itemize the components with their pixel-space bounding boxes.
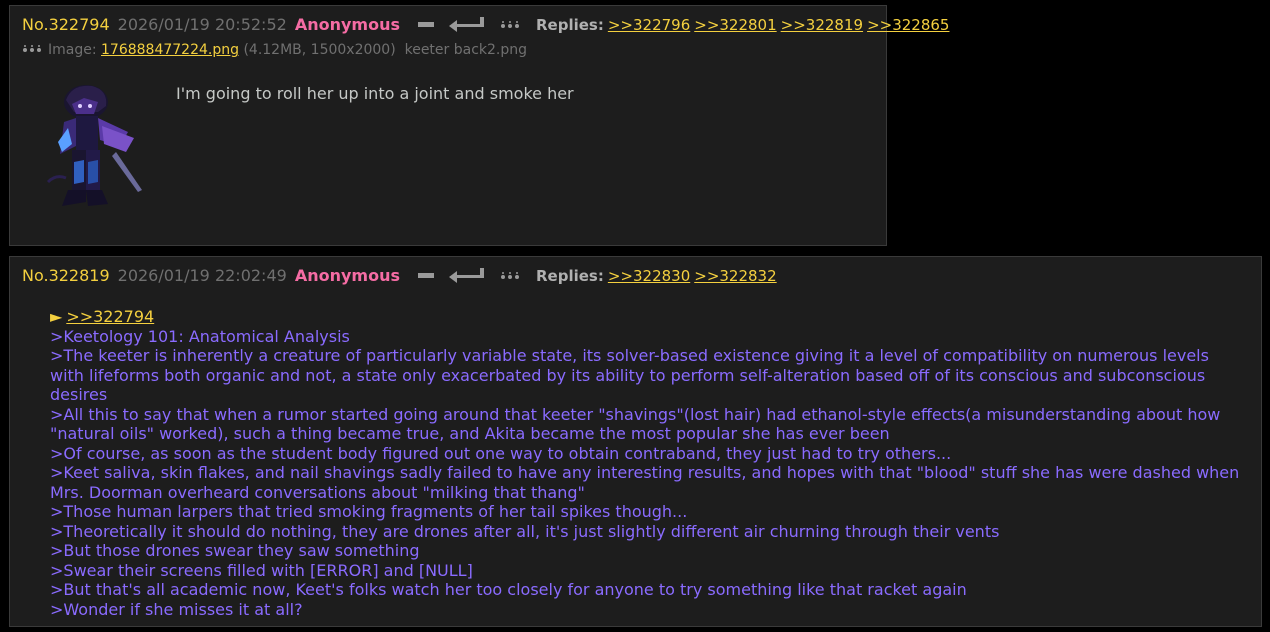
post-322794: No.322794 2026/01/19 20:52:52 Anonymous … (9, 5, 949, 246)
image-thumbnail[interactable] (28, 82, 148, 227)
greentext-line: >Keetology 101: Anatomical Analysis (50, 326, 350, 346)
poster-name: Anonymous (294, 15, 400, 34)
file-menu-icon[interactable] (22, 42, 42, 58)
greentext-line: >Of course, as soon as the student body … (50, 443, 952, 463)
greentext-line: >Keet saliva, skin flakes, and nail shav… (50, 463, 1240, 502)
reply-arrow-icon[interactable] (448, 16, 486, 34)
reply-link[interactable]: >>322819 (781, 15, 863, 35)
hide-post-icon[interactable] (417, 272, 434, 280)
post-datetime: 2026/01/19 20:52:52 (117, 15, 287, 34)
post-comment: I'm going to roll her up into a joint an… (176, 84, 574, 103)
greentext-line: >Those human larpers that tried smoking … (50, 502, 688, 521)
greentext-line: >But that's all academic now, Keet's fol… (50, 580, 967, 599)
poster-name: Anonymous (294, 266, 400, 285)
post-comment: ► >>322794 >Keetology 101: Anatomical An… (50, 307, 1240, 619)
reply-link[interactable]: >>322832 (694, 266, 776, 286)
reply-arrow-icon[interactable] (448, 267, 486, 285)
greentext-line: >The keeter is inherently a creature of … (50, 346, 1209, 404)
post-number[interactable]: No.322819 (22, 266, 110, 286)
file-link[interactable]: 176888477224.png (101, 42, 239, 58)
greentext-line: >Theoretically it should do nothing, the… (50, 521, 1000, 541)
reply-link[interactable]: >>322830 (608, 266, 690, 286)
backlink-link[interactable]: >>322794 (66, 307, 154, 327)
greentext-line: >But those drones swear they saw somethi… (50, 541, 420, 560)
expand-arrow-icon[interactable]: ► (50, 307, 62, 327)
post-header: No.322794 2026/01/19 20:52:52 Anonymous … (22, 15, 953, 35)
reply-link[interactable]: >>322796 (608, 15, 690, 35)
file-prefix: Image: (48, 42, 97, 58)
replies-label: Replies: (535, 16, 604, 34)
menu-dots-icon[interactable] (500, 20, 520, 30)
post-datetime: 2026/01/19 22:02:49 (117, 266, 287, 285)
file-meta: (4.12MB, 1500x2000) (243, 42, 396, 58)
file-info: Image: 176888477224.png (4.12MB, 1500x20… (22, 42, 527, 58)
hide-post-icon[interactable] (417, 21, 434, 29)
post-number[interactable]: No.322794 (22, 15, 110, 35)
post-header: No.322819 2026/01/19 22:02:49 Anonymous … (22, 266, 781, 286)
greentext-line: >Swear their screens filled with [ERROR]… (50, 560, 473, 580)
replies-label: Replies: (535, 267, 604, 285)
reply-link[interactable]: >>322801 (694, 15, 776, 35)
quote-backlink: ► >>322794 (50, 307, 1240, 327)
file-original-name: keeter back2.png (404, 42, 528, 58)
greentext-line: >Wonder if she misses it at all? (50, 599, 303, 619)
post-322819: No.322819 2026/01/19 22:02:49 Anonymous … (9, 256, 1262, 627)
greentext-line: >All this to say that when a rumor start… (50, 404, 1221, 444)
reply-link[interactable]: >>322865 (867, 15, 949, 35)
menu-dots-icon[interactable] (500, 271, 520, 281)
